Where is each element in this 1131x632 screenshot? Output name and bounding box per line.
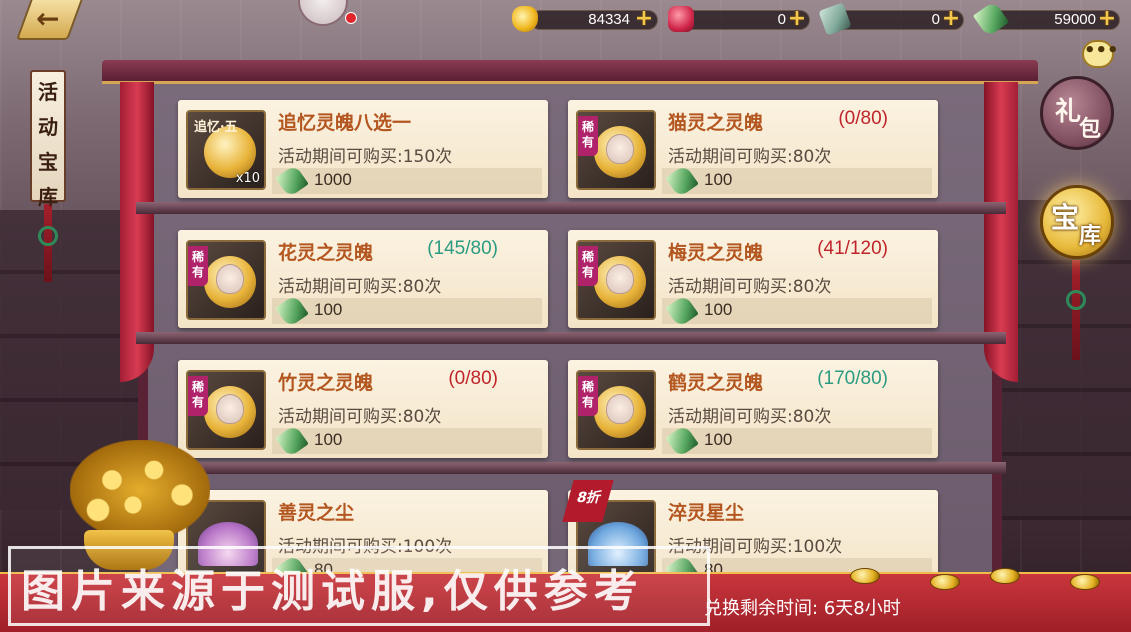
coin-leaves	[70, 440, 210, 540]
rare-badge: 稀有	[578, 376, 598, 416]
banner-char: 宝	[38, 150, 58, 174]
add-gold-button[interactable]: +	[634, 8, 654, 30]
cabinet-roof	[102, 60, 1038, 84]
item-name: 竹灵之灵魄	[278, 372, 374, 394]
item-icon[interactable]: 稀有	[576, 370, 656, 450]
item-price: 100	[704, 300, 733, 319]
item-icon[interactable]: 稀有	[186, 240, 266, 320]
gold-coin-icon	[930, 574, 960, 590]
item-icon[interactable]: 追忆·五 x10	[186, 110, 266, 190]
item-name: 梅灵之灵魄	[668, 242, 764, 264]
vault-button[interactable]: 宝 库	[1040, 185, 1114, 259]
item-owned-count: (145/80)	[427, 238, 498, 259]
activity-vault-banner: 活 动 宝 库	[30, 70, 66, 209]
spirit-face-icon	[606, 394, 634, 424]
rare-badge: 稀有	[578, 116, 598, 156]
gold-ingot-icon	[512, 6, 538, 32]
add-scroll-button[interactable]: +	[941, 8, 961, 30]
red-envelope-amount: 0	[777, 11, 786, 28]
gold-coin-icon	[1070, 574, 1100, 590]
purchase-limit: 活动期间可购买:80次	[668, 147, 832, 167]
gold-coin-icon	[850, 568, 880, 584]
price-bar	[272, 428, 542, 454]
item-price: 100	[704, 430, 733, 449]
jade-ring-ornament	[1066, 290, 1086, 310]
item-price: 100	[704, 170, 733, 189]
rare-badge: 稀有	[188, 246, 208, 286]
shelf-plank	[136, 332, 1006, 344]
scroll-icon	[818, 2, 852, 36]
item-icon[interactable]: 稀有	[576, 110, 656, 190]
shop-item-card[interactable]: 稀有 鹤灵之灵魄 (170/80) 活动期间可购买:80次 100	[568, 360, 938, 458]
purchase-limit: 活动期间可购买:80次	[278, 407, 442, 427]
item-price: 100	[314, 430, 343, 449]
rare-badge: 稀有	[578, 246, 598, 286]
shelf-plank	[136, 462, 1006, 474]
back-arrow-icon: ←	[36, 2, 60, 35]
timer-label: 兑换剩余时间:	[704, 598, 819, 619]
vault-label-char: 库	[1079, 223, 1102, 249]
item-icon[interactable]: 稀有	[576, 240, 656, 320]
spirit-face-icon	[216, 264, 244, 294]
spirit-face-icon	[606, 264, 634, 294]
item-name: 淬灵星尘	[668, 502, 745, 524]
item-name: 猫灵之灵魄	[668, 112, 764, 134]
purchase-limit: 活动期间可购买:150次	[278, 147, 453, 167]
gift-label-char: 礼	[1055, 97, 1082, 127]
item-quantity: x10	[235, 171, 260, 186]
jade-amount: 59000	[1054, 11, 1096, 28]
scroll-amount: 0	[931, 11, 940, 28]
notification-dot	[345, 12, 357, 24]
price-bar	[272, 168, 542, 194]
banner-char: 动	[38, 115, 58, 139]
chat-button[interactable]: •••	[1082, 40, 1119, 68]
shop-item-card[interactable]: 稀有 花灵之灵魄 (145/80) 活动期间可购买:80次 100	[178, 230, 548, 328]
add-jade-button[interactable]: +	[1097, 8, 1117, 30]
game-screen: 追忆·五 x10 追忆灵魄八选一 活动期间可购买:150次 1000 稀有 猫灵之灵魄 (0/…	[0, 0, 1131, 632]
price-bar	[662, 428, 932, 454]
item-name: 花灵之灵魄	[278, 242, 374, 264]
item-name: 追忆灵魄八选一	[278, 112, 412, 134]
purchase-limit: 活动期间可购买:80次	[668, 277, 832, 297]
item-owned-count: (0/80)	[448, 368, 498, 389]
item-name: 鹤灵之灵魄	[668, 372, 764, 394]
purchase-limit: 活动期间可购买:80次	[278, 277, 442, 297]
shop-item-card[interactable]: 追忆·五 x10 追忆灵魄八选一活动期间可购买:150次 1000	[178, 100, 548, 198]
spirit-face-icon	[216, 394, 244, 424]
gift-pack-button[interactable]: 礼 包	[1040, 76, 1114, 150]
exchange-timer: 兑换剩余时间: 6天8小时	[704, 594, 901, 620]
rare-badge: 稀有	[188, 376, 208, 416]
item-price: 1000	[314, 170, 352, 189]
item-price: 100	[314, 300, 343, 319]
timer-value: 6天8小时	[823, 598, 901, 619]
item-owned-count: (41/120)	[817, 238, 888, 259]
add-red-envelope-button[interactable]: +	[787, 8, 807, 30]
price-bar	[662, 168, 932, 194]
test-server-watermark: 图片来源于测试服,仅供参考	[8, 546, 710, 626]
price-bar	[272, 298, 542, 324]
shop-item-card[interactable]: 稀有 竹灵之灵魄 (0/80) 活动期间可购买:80次 100	[178, 360, 548, 458]
jade-ring-ornament	[38, 226, 58, 246]
watermark-text: 图片来源于测试服,仅供参考	[21, 566, 644, 617]
back-button[interactable]: ←	[10, 0, 94, 44]
banner-char: 活	[38, 80, 58, 104]
gold-amount: 84334	[588, 11, 630, 28]
resource-bar: 84334 + 0 + 0 + 59000 +	[500, 0, 1131, 38]
spirit-face-icon	[606, 134, 634, 164]
item-badge: 追忆·五	[194, 120, 238, 135]
shop-item-card[interactable]: 稀有 猫灵之灵魄 (0/80) 活动期间可购买:80次 100	[568, 100, 938, 198]
shelf-plank	[136, 202, 1006, 214]
item-owned-count: (170/80)	[817, 368, 888, 389]
price-bar	[662, 298, 932, 324]
item-name: 善灵之尘	[278, 502, 355, 524]
gift-label-char: 包	[1079, 116, 1102, 142]
menu-tassel	[1072, 260, 1080, 360]
purchase-limit: 活动期间可购买:80次	[668, 407, 832, 427]
gold-coin-icon	[990, 568, 1020, 584]
vault-label-char: 宝	[1051, 201, 1080, 234]
shop-item-card[interactable]: 稀有 梅灵之灵魄 (41/120) 活动期间可购买:80次 100	[568, 230, 938, 328]
red-envelope-icon	[668, 6, 694, 32]
banner-char: 库	[38, 185, 58, 209]
item-owned-count: (0/80)	[838, 108, 888, 129]
